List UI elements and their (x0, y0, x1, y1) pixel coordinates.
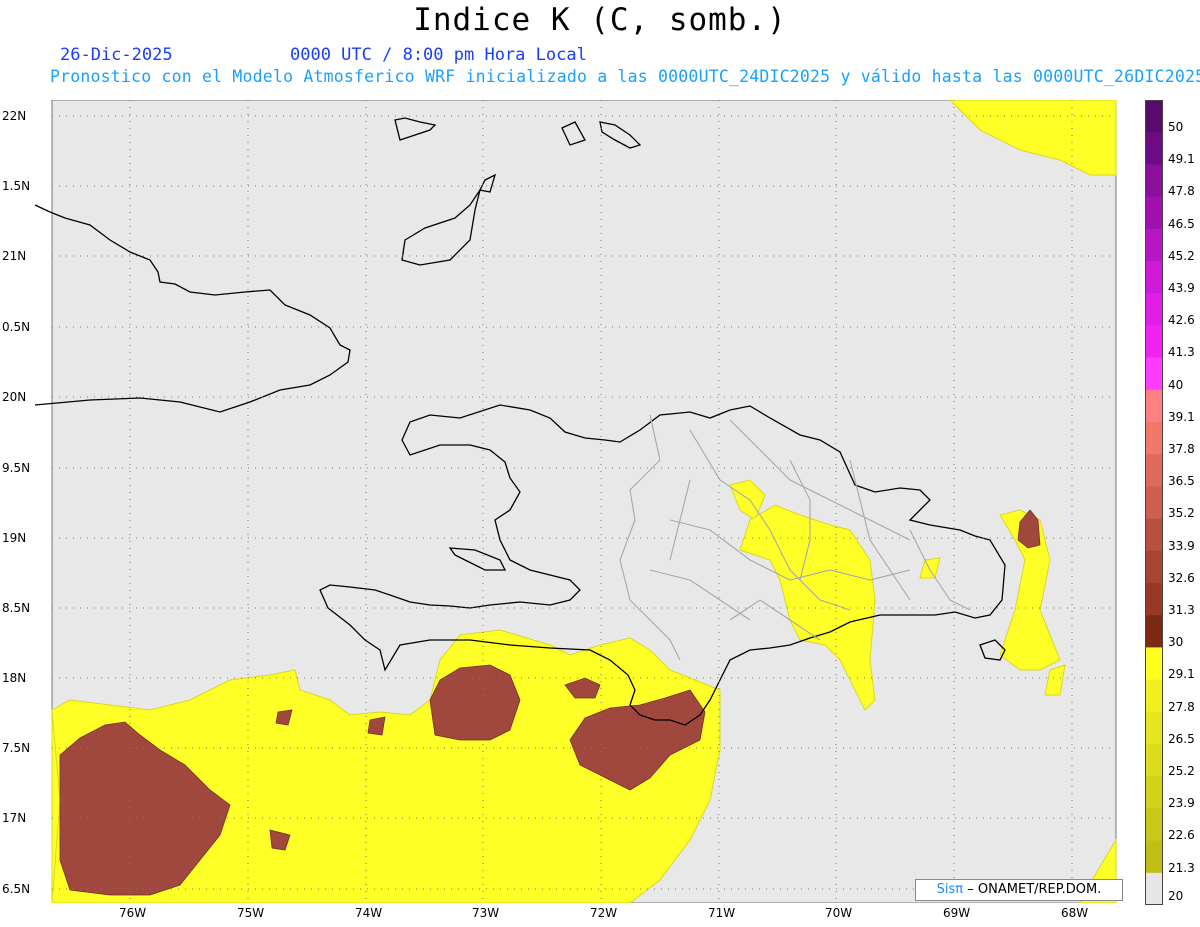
lat-label: 19N (2, 531, 27, 545)
colorbar-tick-label: 26.5 (1168, 731, 1195, 746)
colorbar-swatch (1145, 647, 1163, 681)
lon-label: 69W (943, 906, 971, 920)
lat-label: 6.5N (2, 882, 31, 896)
credit-text: – ONAMET/REP.DOM. (967, 882, 1102, 897)
colorbar-swatch (1145, 228, 1163, 262)
colorbar-tick-label: 47.8 (1168, 184, 1195, 199)
colorbar-tick-label: 32.6 (1168, 570, 1195, 585)
credit-box: Sisπ – ONAMET/REP.DOM. (915, 879, 1123, 901)
colorbar-swatch (1145, 164, 1163, 198)
colorbar-swatch (1145, 293, 1163, 326)
colorbar-tick-label: 25.2 (1168, 764, 1195, 778)
colorbar-swatch (1145, 872, 1163, 905)
colorbar-swatch (1145, 100, 1163, 133)
colorbar-tick-label: 23.9 (1168, 796, 1195, 811)
colorbar-tick-label: 33.9 (1168, 538, 1195, 553)
colorbar-tick-label: 20 (1168, 888, 1184, 903)
colorbar-swatch (1145, 679, 1163, 713)
lat-label: 22N (2, 109, 27, 123)
colorbar-tick-label: 39.1 (1168, 409, 1195, 424)
valid-date: 26-Dic-2025 (60, 45, 173, 65)
colorbar-tick-label: 21.3 (1168, 860, 1195, 875)
colorbar-swatch (1145, 711, 1163, 745)
lon-label: 70W (825, 906, 853, 920)
colorbar-tick-label: 50 (1168, 120, 1184, 134)
colorbar-tick-label: 43.9 (1168, 281, 1195, 295)
lon-label: 76W (119, 906, 147, 920)
colorbar-swatch (1145, 261, 1163, 294)
lon-label: 72W (590, 906, 618, 920)
colorbar-swatch (1145, 615, 1163, 648)
colorbar-swatch (1145, 389, 1163, 423)
lat-label: 18N (2, 671, 27, 685)
valid-time: 0000 UTC / 8:00 pm Hora Local (290, 45, 587, 65)
chart-title: Indice K (C, somb.) (413, 2, 787, 38)
colorbar-tick-label: 45.2 (1168, 248, 1195, 263)
colorbar-swatch (1145, 422, 1163, 455)
colorbar-tick-label: 49.1 (1168, 152, 1195, 167)
map-panel (34, 100, 1117, 903)
colorbar-tick-label: 35.2 (1168, 506, 1195, 521)
forecast-description: Pronostico con el Modelo Atmosferico WRF… (50, 67, 1200, 86)
lat-label: 8.5N (2, 601, 31, 615)
colorbar-tick-label: 22.6 (1168, 828, 1195, 843)
lat-label: 17N (2, 811, 27, 825)
sispi-logo: Sisπ (936, 882, 964, 897)
lon-label: 73W (472, 906, 500, 920)
lat-label: 7.5N (2, 741, 31, 755)
colorbar-tick-label: 40 (1168, 377, 1184, 392)
colorbar-swatch (1145, 357, 1163, 391)
lat-label: 9.5N (2, 461, 31, 475)
lat-label: 1.5N (2, 179, 31, 193)
colorbar-swatch (1145, 776, 1163, 809)
lon-label: 68W (1061, 906, 1089, 920)
lon-label: 71W (708, 906, 736, 920)
colorbar-tick-label: 30 (1168, 635, 1184, 650)
colorbar-swatch (1145, 840, 1163, 874)
colorbar-tick-label: 29.1 (1168, 667, 1195, 682)
lat-label: 0.5N (2, 320, 31, 334)
colorbar-tick-label: 36.5 (1168, 474, 1195, 489)
lat-label: 20N (2, 390, 27, 404)
lon-label: 75W (237, 906, 265, 920)
colorbar-swatch (1145, 808, 1163, 842)
colorbar (1145, 100, 1163, 905)
colorbar-swatch (1145, 132, 1163, 165)
colorbar-tick-label: 41.3 (1168, 345, 1195, 360)
lon-label: 74W (355, 906, 383, 920)
lat-label: 21N (2, 249, 27, 263)
colorbar-swatch (1145, 486, 1163, 520)
colorbar-tick-label: 31.3 (1168, 603, 1195, 617)
colorbar-tick-label: 42.6 (1168, 313, 1195, 328)
colorbar-swatch (1145, 744, 1163, 777)
colorbar-tick-label: 37.8 (1168, 442, 1195, 456)
colorbar-swatch (1145, 454, 1163, 487)
colorbar-tick-label: 27.8 (1168, 699, 1195, 714)
colorbar-swatch (1145, 550, 1163, 584)
colorbar-swatch (1145, 583, 1163, 616)
colorbar-tick-label: 46.5 (1168, 216, 1195, 231)
colorbar-swatch (1145, 518, 1163, 552)
colorbar-swatch (1145, 325, 1163, 359)
colorbar-swatch (1145, 196, 1163, 230)
